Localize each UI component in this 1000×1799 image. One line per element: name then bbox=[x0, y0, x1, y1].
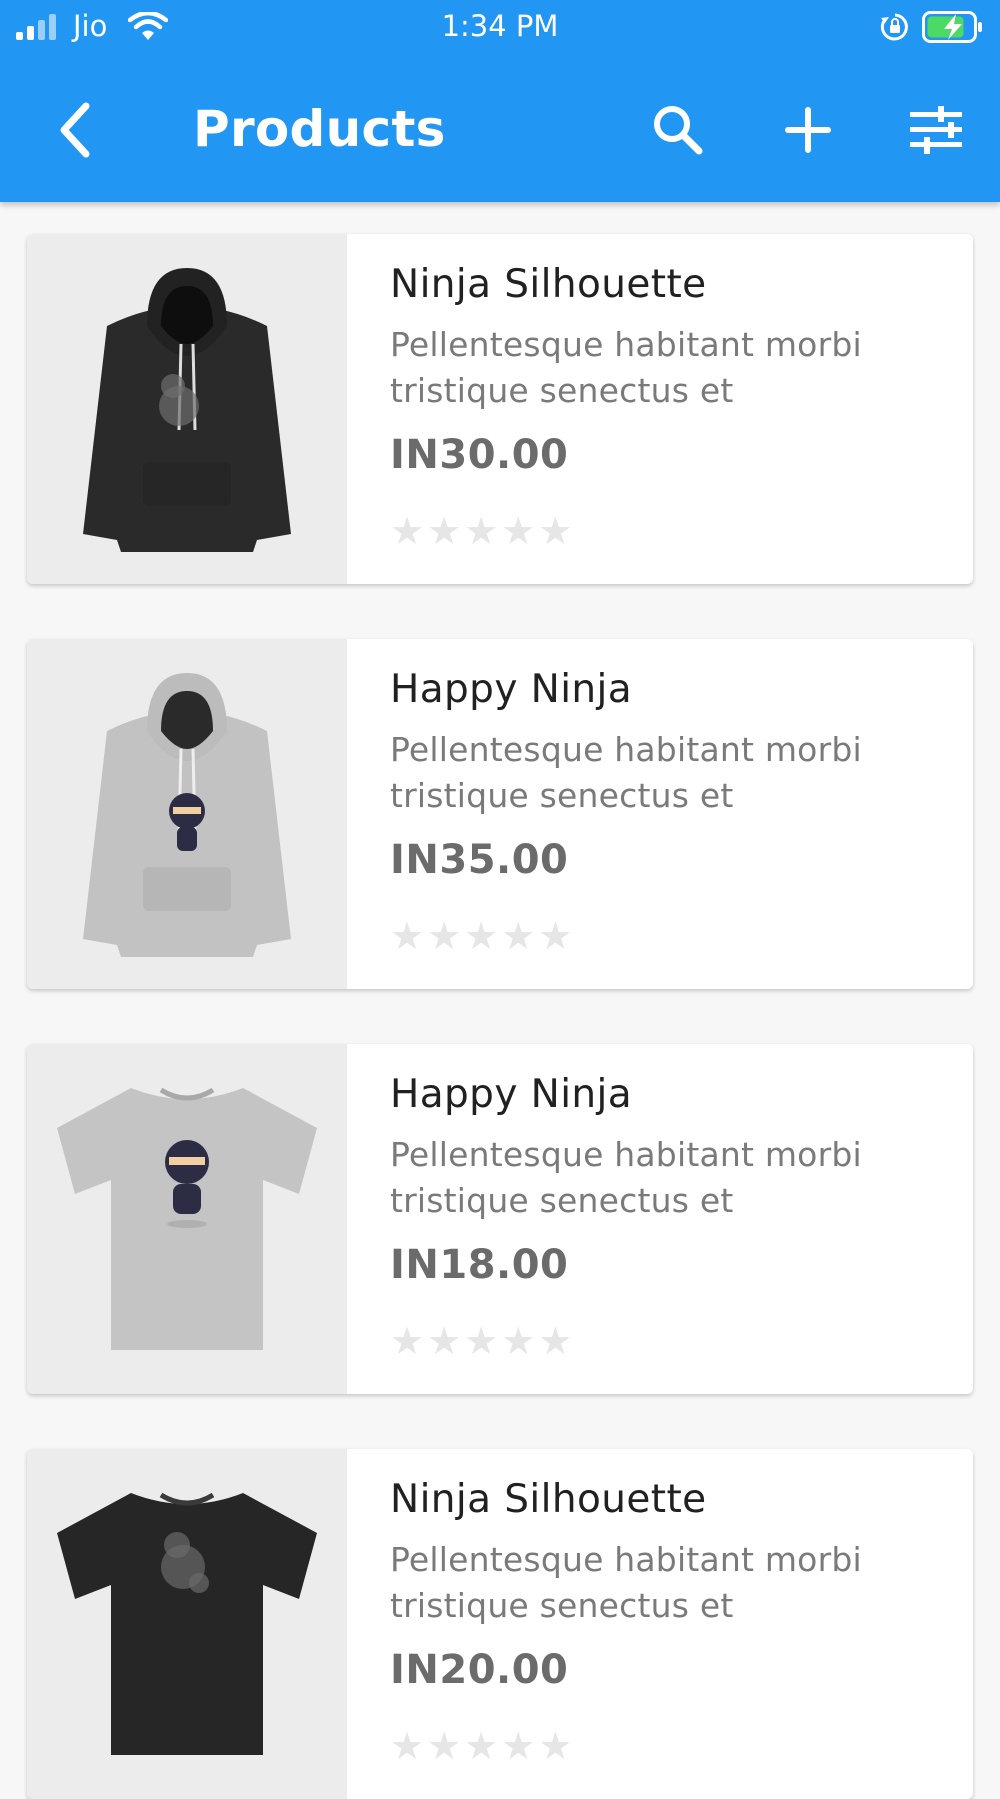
star-icon: ★ bbox=[390, 509, 425, 553]
star-icon: ★ bbox=[501, 1724, 536, 1768]
star-icon: ★ bbox=[427, 1319, 462, 1363]
black-tshirt-image bbox=[57, 1492, 317, 1755]
star-icon: ★ bbox=[501, 1319, 536, 1363]
product-description: Pellentesque habitant morbi tristique se… bbox=[390, 1540, 862, 1625]
app-bar: Jio 1:34 PM Products bbox=[0, 0, 1000, 202]
star-icon: ★ bbox=[501, 509, 536, 553]
product-price: IN20.00 bbox=[390, 1647, 569, 1693]
star-icon: ★ bbox=[427, 509, 462, 553]
star-icon: ★ bbox=[538, 509, 573, 553]
product-card[interactable]: Happy Ninja Pellentesque habitant morbi … bbox=[27, 1044, 973, 1394]
rotation-lock-icon bbox=[880, 13, 908, 41]
star-rating: ★ ★ ★ ★ ★ bbox=[390, 1322, 572, 1360]
product-price: IN35.00 bbox=[390, 837, 569, 883]
page-title: Products bbox=[193, 100, 446, 158]
star-icon: ★ bbox=[464, 1319, 499, 1363]
product-card[interactable]: Ninja Silhouette Pellentesque habitant m… bbox=[27, 1449, 973, 1799]
back-button[interactable] bbox=[44, 98, 108, 162]
star-rating: ★ ★ ★ ★ ★ bbox=[390, 512, 572, 550]
star-icon: ★ bbox=[538, 1724, 573, 1768]
product-image bbox=[27, 1044, 347, 1394]
product-description: Pellentesque habitant morbi tristique se… bbox=[390, 730, 862, 815]
product-description: Pellentesque habitant morbi tristique se… bbox=[390, 1135, 862, 1220]
product-image bbox=[27, 1449, 347, 1799]
search-button[interactable] bbox=[646, 98, 710, 162]
product-card[interactable]: Ninja Silhouette Pellentesque habitant m… bbox=[27, 234, 973, 584]
product-price: IN30.00 bbox=[390, 432, 569, 478]
star-icon: ★ bbox=[427, 1724, 462, 1768]
star-icon: ★ bbox=[501, 914, 536, 958]
star-rating: ★ ★ ★ ★ ★ bbox=[390, 1727, 572, 1765]
sliders-icon bbox=[910, 106, 962, 154]
product-description: Pellentesque habitant morbi tristique se… bbox=[390, 325, 862, 410]
chevron-left-icon bbox=[60, 102, 90, 158]
add-product-button[interactable] bbox=[776, 98, 840, 162]
grey-tshirt-image bbox=[57, 1087, 317, 1350]
star-icon: ★ bbox=[464, 509, 499, 553]
star-icon: ★ bbox=[390, 1319, 425, 1363]
product-name: Happy Ninja bbox=[390, 667, 633, 712]
product-price: IN18.00 bbox=[390, 1242, 569, 1288]
plus-icon bbox=[785, 107, 831, 153]
star-icon: ★ bbox=[464, 914, 499, 958]
product-name: Happy Ninja bbox=[390, 1072, 633, 1117]
star-rating: ★ ★ ★ ★ ★ bbox=[390, 917, 572, 955]
product-card[interactable]: Happy Ninja Pellentesque habitant morbi … bbox=[27, 639, 973, 989]
grey-hoodie-image bbox=[83, 673, 291, 957]
filter-button[interactable] bbox=[904, 98, 968, 162]
product-image bbox=[27, 639, 347, 989]
star-icon: ★ bbox=[427, 914, 462, 958]
toolbar: Products bbox=[0, 70, 1000, 186]
star-icon: ★ bbox=[538, 1319, 573, 1363]
star-icon: ★ bbox=[538, 914, 573, 958]
status-time: 1:34 PM bbox=[441, 9, 559, 43]
status-bar: Jio 1:34 PM bbox=[0, 0, 1000, 56]
product-name: Ninja Silhouette bbox=[390, 262, 707, 307]
battery-charging-icon bbox=[922, 11, 982, 43]
star-icon: ★ bbox=[390, 914, 425, 958]
product-image bbox=[27, 234, 347, 584]
product-name: Ninja Silhouette bbox=[390, 1477, 707, 1522]
black-hoodie-image bbox=[83, 268, 291, 552]
star-icon: ★ bbox=[390, 1724, 425, 1768]
search-icon bbox=[654, 106, 703, 155]
star-icon: ★ bbox=[464, 1724, 499, 1768]
